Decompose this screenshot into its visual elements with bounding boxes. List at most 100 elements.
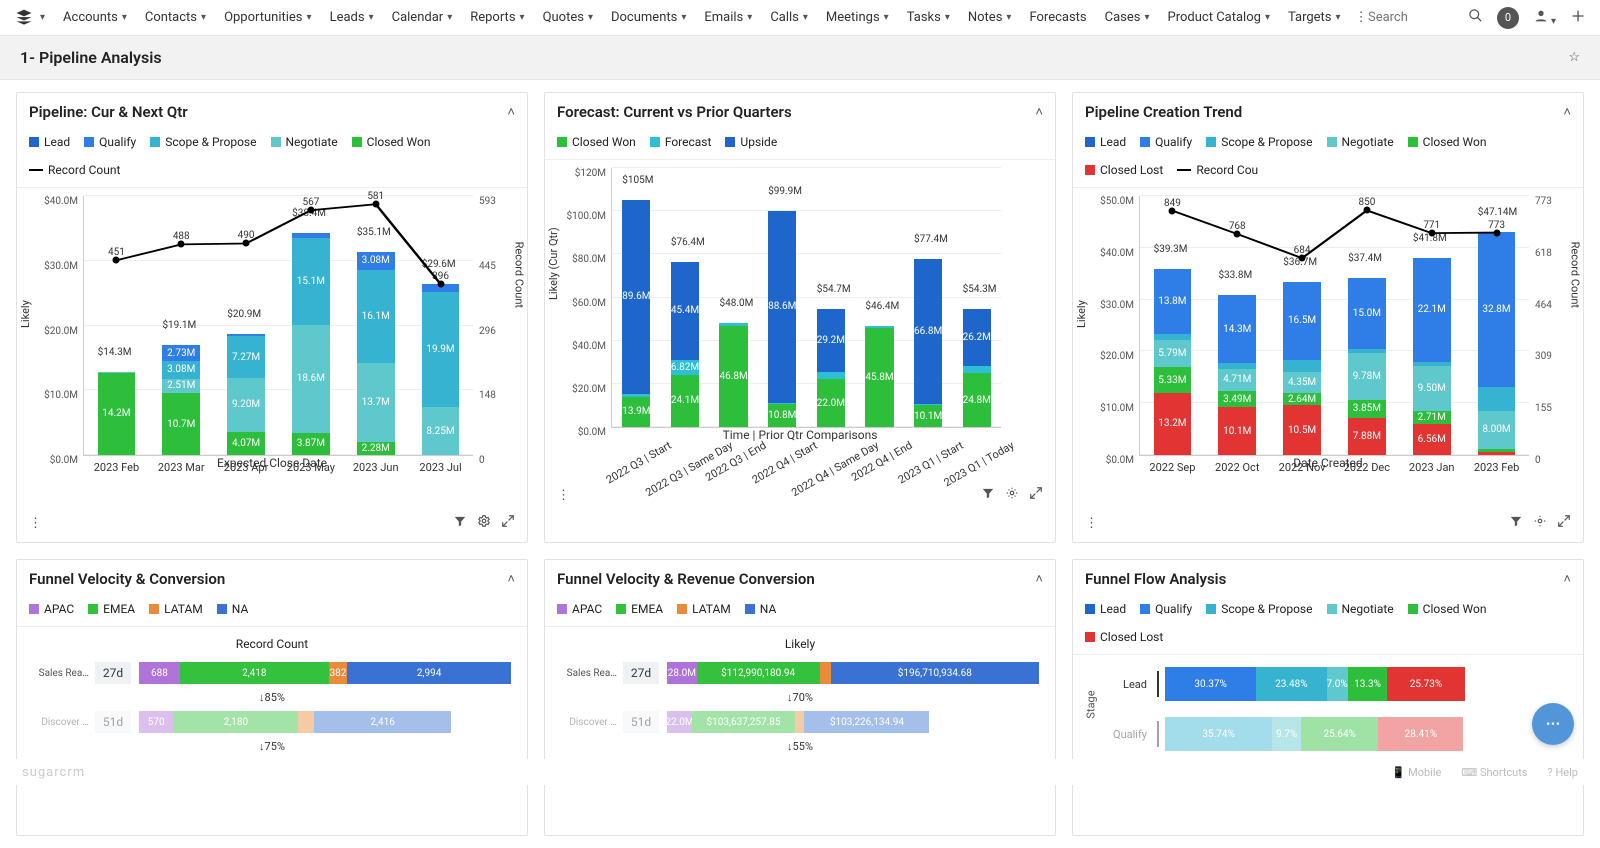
favorite-icon[interactable]: ☆: [1568, 50, 1580, 65]
nav-item-contacts[interactable]: Contacts▾: [145, 10, 206, 25]
legend-item[interactable]: Lead: [29, 135, 70, 149]
panel-menu-icon[interactable]: ⋮: [557, 488, 570, 503]
nav-item-emails[interactable]: Emails▾: [704, 10, 752, 25]
collapse-icon[interactable]: ˄: [507, 104, 515, 120]
bar-segment[interactable]: 5.33M: [1154, 367, 1192, 392]
funnel-segment[interactable]: $103,226,134.94: [804, 711, 929, 733]
notification-badge[interactable]: 0: [1497, 7, 1519, 29]
legend-item[interactable]: Scope & Propose: [1206, 602, 1312, 616]
bar-segment[interactable]: 2.51M: [162, 379, 200, 394]
funnel-segment[interactable]: $196,710,934.68: [831, 662, 1039, 684]
bar-segment[interactable]: 10.1M: [914, 405, 942, 427]
legend-item[interactable]: EMEA: [88, 602, 135, 616]
legend-item[interactable]: Scope & Propose: [150, 135, 256, 149]
collapse-icon[interactable]: ˄: [1563, 104, 1571, 120]
filter-icon[interactable]: [453, 514, 467, 532]
footer-link[interactable]: 📱 Mobile: [1392, 766, 1442, 779]
funnel-segment[interactable]: $112,990,180.94: [697, 662, 820, 684]
collapse-icon[interactable]: ˄: [1563, 571, 1571, 587]
legend-item[interactable]: Negotiate: [1327, 602, 1394, 616]
footer-link[interactable]: ? Help: [1548, 766, 1578, 779]
bar-segment[interactable]: 13.2M: [1154, 393, 1192, 455]
bar-segment[interactable]: 4.35M: [1283, 372, 1321, 393]
funnel-segment[interactable]: 2,180: [173, 711, 298, 733]
funnel-segment[interactable]: [795, 711, 804, 733]
bar-segment[interactable]: 14.2M: [98, 373, 136, 455]
funnel-segment[interactable]: 688: [139, 662, 180, 684]
bar-segment[interactable]: 3.08M: [357, 252, 395, 270]
bar-segment[interactable]: 16.1M: [357, 270, 395, 363]
legend-item[interactable]: LATAM: [677, 602, 731, 616]
legend-item[interactable]: Closed Lost: [1085, 163, 1163, 177]
bar-segment[interactable]: 7.27M: [227, 336, 265, 378]
nav-item-meetings[interactable]: Meetings▾: [826, 10, 889, 25]
nav-item-opportunities[interactable]: Opportunities▾: [224, 10, 312, 25]
legend-item[interactable]: Closed Lost: [1085, 630, 1163, 644]
quick-create-icon[interactable]: [1570, 8, 1586, 28]
bar-segment[interactable]: 3.85M: [1348, 400, 1386, 418]
collapse-icon[interactable]: ˄: [1035, 104, 1043, 120]
nav-item-tasks[interactable]: Tasks▾: [907, 10, 950, 25]
app-picker-icon[interactable]: ▾: [40, 12, 45, 23]
legend-item[interactable]: Negotiate: [1327, 135, 1394, 149]
legend-item[interactable]: Negotiate: [271, 135, 338, 149]
logo-icon[interactable]: [14, 8, 34, 28]
bar-segment[interactable]: 6.56M: [1413, 424, 1451, 455]
legend-item[interactable]: Closed Won: [1408, 602, 1487, 616]
filter-icon[interactable]: [981, 486, 995, 504]
bar-segment[interactable]: 66.8M: [914, 259, 942, 404]
bar-segment[interactable]: 2.71M: [1413, 411, 1451, 424]
bar-segment[interactable]: 13.7M: [357, 363, 395, 442]
bar-segment[interactable]: [1478, 387, 1516, 411]
bar-segment[interactable]: 2.64M: [1283, 393, 1321, 405]
bar-segment[interactable]: 2.73M: [162, 345, 200, 361]
nav-item-forecasts[interactable]: Forecasts: [1029, 10, 1086, 25]
bar-segment[interactable]: 22.0M: [817, 379, 845, 427]
bar-segment[interactable]: 24.1M: [671, 375, 699, 427]
legend-item[interactable]: Qualify: [84, 135, 136, 149]
bar-segment[interactable]: 14.3M: [1218, 295, 1256, 363]
bar-segment[interactable]: 24.8M: [963, 373, 991, 427]
funnel-segment[interactable]: 28.0M: [667, 662, 697, 684]
bar-segment[interactable]: 9.20M: [227, 378, 265, 431]
flow-segment[interactable]: 25.73%: [1387, 667, 1464, 701]
legend-item[interactable]: APAC: [29, 602, 74, 616]
bar-segment[interactable]: [1478, 452, 1516, 455]
legend-item[interactable]: Forecast: [650, 135, 712, 149]
bar-segment[interactable]: [1283, 360, 1321, 373]
funnel-segment[interactable]: 382: [329, 662, 348, 684]
legend-item[interactable]: Record Count: [29, 163, 120, 177]
user-menu-icon[interactable]: ▾: [1533, 8, 1556, 28]
collapse-icon[interactable]: ˄: [507, 571, 515, 587]
bar-segment[interactable]: 6.82M: [671, 360, 699, 375]
legend-item[interactable]: APAC: [557, 602, 602, 616]
legend-item[interactable]: Lead: [1085, 135, 1126, 149]
bar-segment[interactable]: 15.0M: [1348, 278, 1386, 349]
flow-segment[interactable]: 35.74%: [1165, 717, 1272, 751]
legend-item[interactable]: EMEA: [616, 602, 663, 616]
bar-segment[interactable]: 19.9M: [422, 292, 460, 407]
filter-icon[interactable]: [1509, 514, 1523, 532]
funnel-segment[interactable]: [298, 711, 314, 733]
legend-item[interactable]: Qualify: [1140, 135, 1192, 149]
funnel-segment[interactable]: 2,416: [314, 711, 451, 733]
nav-item-cases[interactable]: Cases▾: [1105, 10, 1150, 25]
bar-segment[interactable]: [963, 366, 991, 373]
bar-segment[interactable]: 10.1M: [1218, 407, 1256, 455]
nav-item-product-catalog[interactable]: Product Catalog▾: [1168, 10, 1270, 25]
nav-item-targets[interactable]: Targets▾: [1288, 10, 1341, 25]
settings-icon[interactable]: [1533, 514, 1547, 532]
panel-menu-icon[interactable]: ⋮: [1085, 516, 1098, 531]
funnel-segment[interactable]: 2,994: [347, 662, 511, 684]
legend-item[interactable]: Upside: [725, 135, 777, 149]
bar-segment[interactable]: 22.1M: [1413, 258, 1451, 362]
bar-segment[interactable]: 88.6M: [768, 211, 796, 403]
bar-segment[interactable]: 5.79M: [1154, 340, 1192, 367]
bar-segment[interactable]: 10.8M: [768, 404, 796, 427]
bar-segment[interactable]: 29.2M: [817, 309, 845, 372]
expand-icon[interactable]: [501, 514, 515, 532]
funnel-segment[interactable]: 22.0M: [667, 711, 692, 733]
bar-segment[interactable]: 13.9M: [622, 397, 650, 427]
bar-segment[interactable]: 3.08M: [162, 361, 200, 379]
bar-segment[interactable]: 45.4M: [671, 262, 699, 360]
